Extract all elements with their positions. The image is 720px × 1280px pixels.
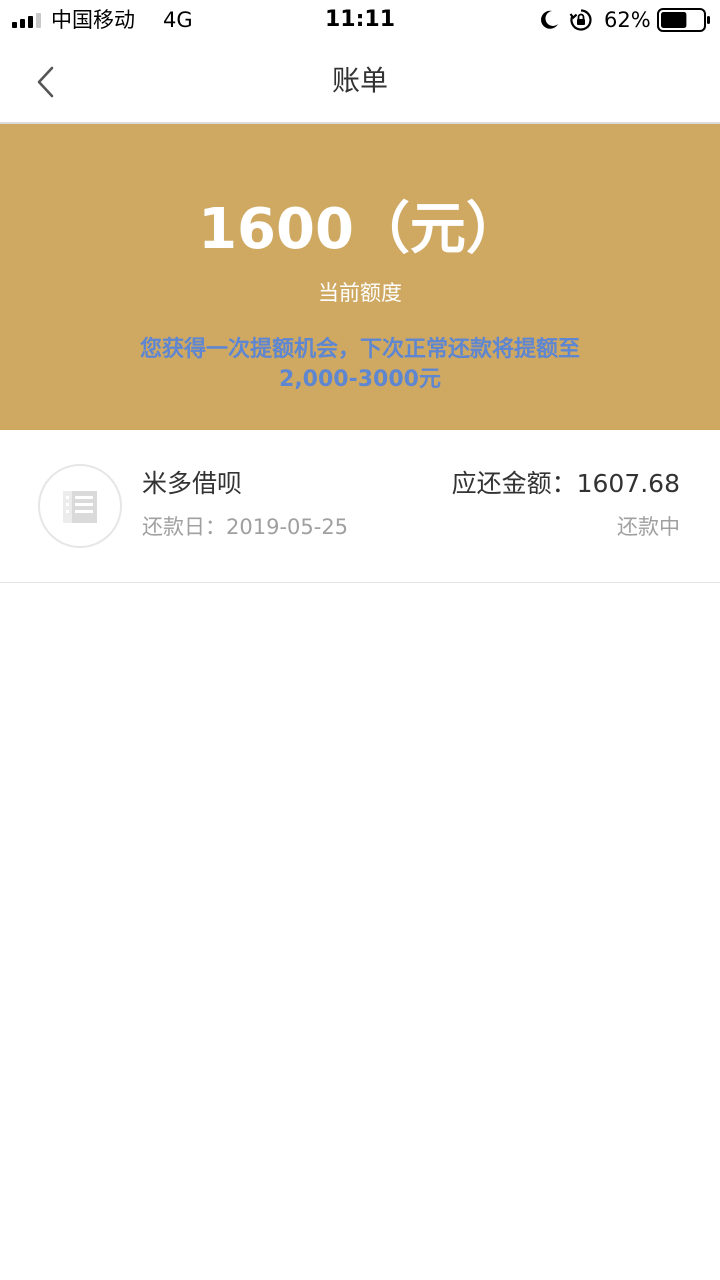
rotation-lock-icon (569, 9, 592, 31)
credit-limit-label: 当前额度 (318, 281, 402, 305)
building-icon (63, 491, 97, 523)
lender-avatar (38, 464, 122, 548)
battery-percent: 62% (604, 8, 651, 32)
credit-limit-banner: 1600（元） 当前额度 您获得一次提额机会，下次正常还款将提额至 2,000-… (0, 124, 720, 430)
amount-due: 应还金额：1607.68 (451, 469, 680, 498)
due-date: 还款日：2019-05-25 (142, 515, 349, 539)
promo-line-1: 您获得一次提额机会，下次正常还款将提额至 (139, 337, 580, 362)
battery-icon (657, 8, 710, 32)
limit-increase-promo: 您获得一次提额机会，下次正常还款将提额至 2,000-3000元 (60, 335, 660, 395)
moon-icon (541, 10, 558, 29)
bill-status: 还款中 (617, 515, 680, 539)
promo-line-2: 2,000-3000元 (279, 367, 441, 392)
bill-list-item[interactable]: 米多借呗 还款日：2019-05-25 应还金额：1607.68 还款中 (0, 430, 720, 583)
status-bar: 中国移动 4G 11:11 62% (0, 0, 720, 40)
lender-name: 米多借呗 (142, 469, 243, 498)
nav-bar: 账单 (0, 40, 720, 124)
page-title: 账单 (331, 64, 388, 97)
credit-limit-amount: 1600（元） (198, 197, 522, 262)
